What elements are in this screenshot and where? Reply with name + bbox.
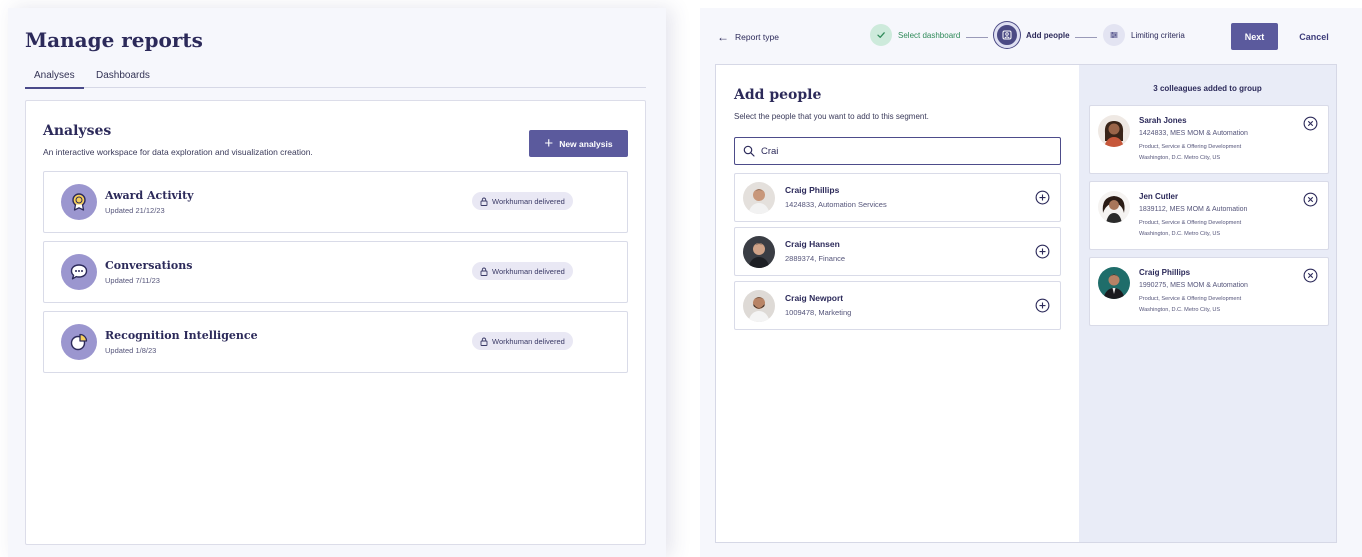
remove-circle-icon[interactable] [1303, 268, 1318, 283]
workhuman-badge: Workhuman delivered [472, 262, 573, 280]
avatar [1098, 267, 1130, 299]
member-location: Washington, D.C. Metro City, US [1139, 307, 1221, 313]
person-name: Craig Hansen [785, 239, 840, 249]
person-name: Sarah Jones [1139, 116, 1187, 125]
remove-circle-icon[interactable] [1303, 116, 1318, 131]
analysis-name: Conversations [105, 259, 193, 272]
step-add-people[interactable]: Add people [994, 22, 1070, 48]
group-member-card: Craig Phillips 1990275, MES MOM & Automa… [1089, 257, 1329, 326]
step-label: Select dashboard [898, 30, 961, 40]
wizard-card: Add people Select the people that you wa… [715, 64, 1337, 543]
back-link[interactable]: ← Report type [717, 30, 779, 44]
avatar [743, 236, 775, 268]
step-label: Add people [1026, 30, 1070, 40]
manage-reports-panel: Manage reports Analyses Dashboards Analy… [8, 8, 666, 557]
member-department: Product, Service & Offering Development [1139, 144, 1242, 150]
add-circle-icon[interactable] [1035, 298, 1050, 313]
tab-bar: Analyses Dashboards [25, 70, 646, 89]
group-member-card: Jen Cutler 1839112, MES MOM & Automation… [1089, 181, 1329, 250]
search-result-item[interactable]: Craig Hansen 2889374, Finance [734, 227, 1061, 276]
avatar [743, 290, 775, 322]
group-member-card: Sarah Jones 1424833, MES MOM & Automatio… [1089, 105, 1329, 174]
member-department: Product, Service & Offering Development [1139, 296, 1242, 302]
person-name: Craig Phillips [1139, 268, 1191, 277]
avatar [743, 182, 775, 214]
step-connector [1075, 37, 1097, 38]
cancel-button[interactable]: Cancel [1290, 23, 1338, 50]
group-heading: 3 colleagues added to group [1153, 84, 1262, 93]
add-people-title: Add people [734, 87, 822, 103]
add-people-subtitle: Select the people that you want to add t… [734, 112, 929, 121]
badge-label: Workhuman delivered [492, 266, 565, 276]
analysis-updated: Updated 1/8/23 [105, 346, 157, 355]
member-location: Washington, D.C. Metro City, US [1139, 231, 1221, 237]
lock-icon [480, 197, 488, 206]
remove-circle-icon[interactable] [1303, 192, 1318, 207]
analysis-item-recognition-intelligence[interactable]: Recognition Intelligence Updated 1/8/23 … [43, 311, 628, 373]
step-limiting-criteria[interactable]: Limiting criteria [1103, 24, 1185, 46]
new-analysis-label: New analysis [559, 138, 613, 149]
badge-label: Workhuman delivered [492, 336, 565, 346]
arrow-left-icon: ← [717, 30, 729, 44]
analysis-item-award-activity[interactable]: Award Activity Updated 21/12/23 Workhuma… [43, 171, 628, 233]
person-name: Craig Newport [785, 293, 844, 303]
section-subtitle: An interactive workspace for data explor… [43, 147, 313, 157]
lock-icon [480, 267, 488, 276]
analysis-item-conversations[interactable]: Conversations Updated 7/11/23 Workhuman … [43, 241, 628, 303]
add-people-column: Add people Select the people that you wa… [716, 65, 1079, 542]
pie-chart-icon [61, 324, 97, 360]
group-column: 3 colleagues added to group Sarah Jones … [1079, 65, 1336, 542]
add-circle-icon[interactable] [1035, 244, 1050, 259]
step-connector [966, 37, 988, 38]
plus-icon: + [544, 135, 554, 152]
member-id: 1990275, MES MOM & Automation [1139, 282, 1248, 289]
page-title: Manage reports [25, 28, 203, 52]
chat-bubble-icon [61, 254, 97, 290]
lock-icon [480, 337, 488, 346]
people-icon [994, 22, 1020, 48]
workhuman-badge: Workhuman delivered [472, 192, 573, 210]
analysis-name: Recognition Intelligence [105, 329, 258, 342]
person-meta: 1424833, Automation Services [785, 200, 887, 209]
add-people-wizard: ← Report type Select dashboard Add peopl… [700, 8, 1362, 557]
analysis-name: Award Activity [105, 189, 194, 202]
avatar [1098, 115, 1130, 147]
member-department: Product, Service & Offering Development [1139, 220, 1242, 226]
add-circle-icon[interactable] [1035, 190, 1050, 205]
analysis-updated: Updated 7/11/23 [105, 276, 160, 285]
avatar [1098, 191, 1130, 223]
filter-icon [1103, 24, 1125, 46]
person-name: Craig Phillips [785, 185, 840, 195]
search-result-item[interactable]: Craig Newport 1009478, Marketing [734, 281, 1061, 330]
step-label: Limiting criteria [1131, 30, 1185, 40]
analysis-updated: Updated 21/12/23 [105, 206, 165, 215]
badge-label: Workhuman delivered [492, 196, 565, 206]
people-search[interactable] [734, 137, 1061, 165]
new-analysis-button[interactable]: + New analysis [529, 130, 628, 157]
person-name: Jen Cutler [1139, 192, 1179, 201]
member-location: Washington, D.C. Metro City, US [1139, 155, 1221, 161]
section-title: Analyses [43, 123, 112, 139]
person-meta: 1009478, Marketing [785, 308, 852, 317]
tab-dashboards[interactable]: Dashboards [96, 70, 150, 87]
analyses-card: Analyses An interactive workspace for da… [25, 100, 646, 545]
workhuman-badge: Workhuman delivered [472, 332, 573, 350]
search-result-item[interactable]: Craig Phillips 1424833, Automation Servi… [734, 173, 1061, 222]
tab-analyses[interactable]: Analyses [25, 70, 84, 89]
check-icon [870, 24, 892, 46]
search-input[interactable] [761, 145, 1041, 157]
search-icon [743, 145, 755, 157]
person-meta: 2889374, Finance [785, 254, 846, 263]
member-id: 1839112, MES MOM & Automation [1139, 206, 1248, 213]
step-select-dashboard[interactable]: Select dashboard [870, 24, 960, 46]
next-button[interactable]: Next [1231, 23, 1278, 50]
member-id: 1424833, MES MOM & Automation [1139, 130, 1248, 137]
back-label: Report type [735, 32, 779, 42]
award-icon [61, 184, 97, 220]
